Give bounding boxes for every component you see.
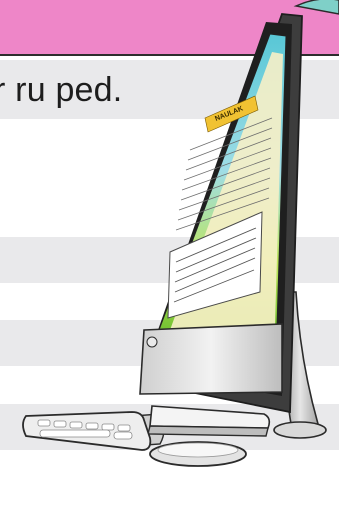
teal-corner-shape bbox=[293, 0, 339, 15]
mouse-icon bbox=[149, 441, 247, 467]
keyboard-icon bbox=[22, 405, 271, 451]
computer-illustration: NAULAK bbox=[22, 0, 339, 467]
monitor-icon: NAULAK bbox=[139, 13, 303, 414]
